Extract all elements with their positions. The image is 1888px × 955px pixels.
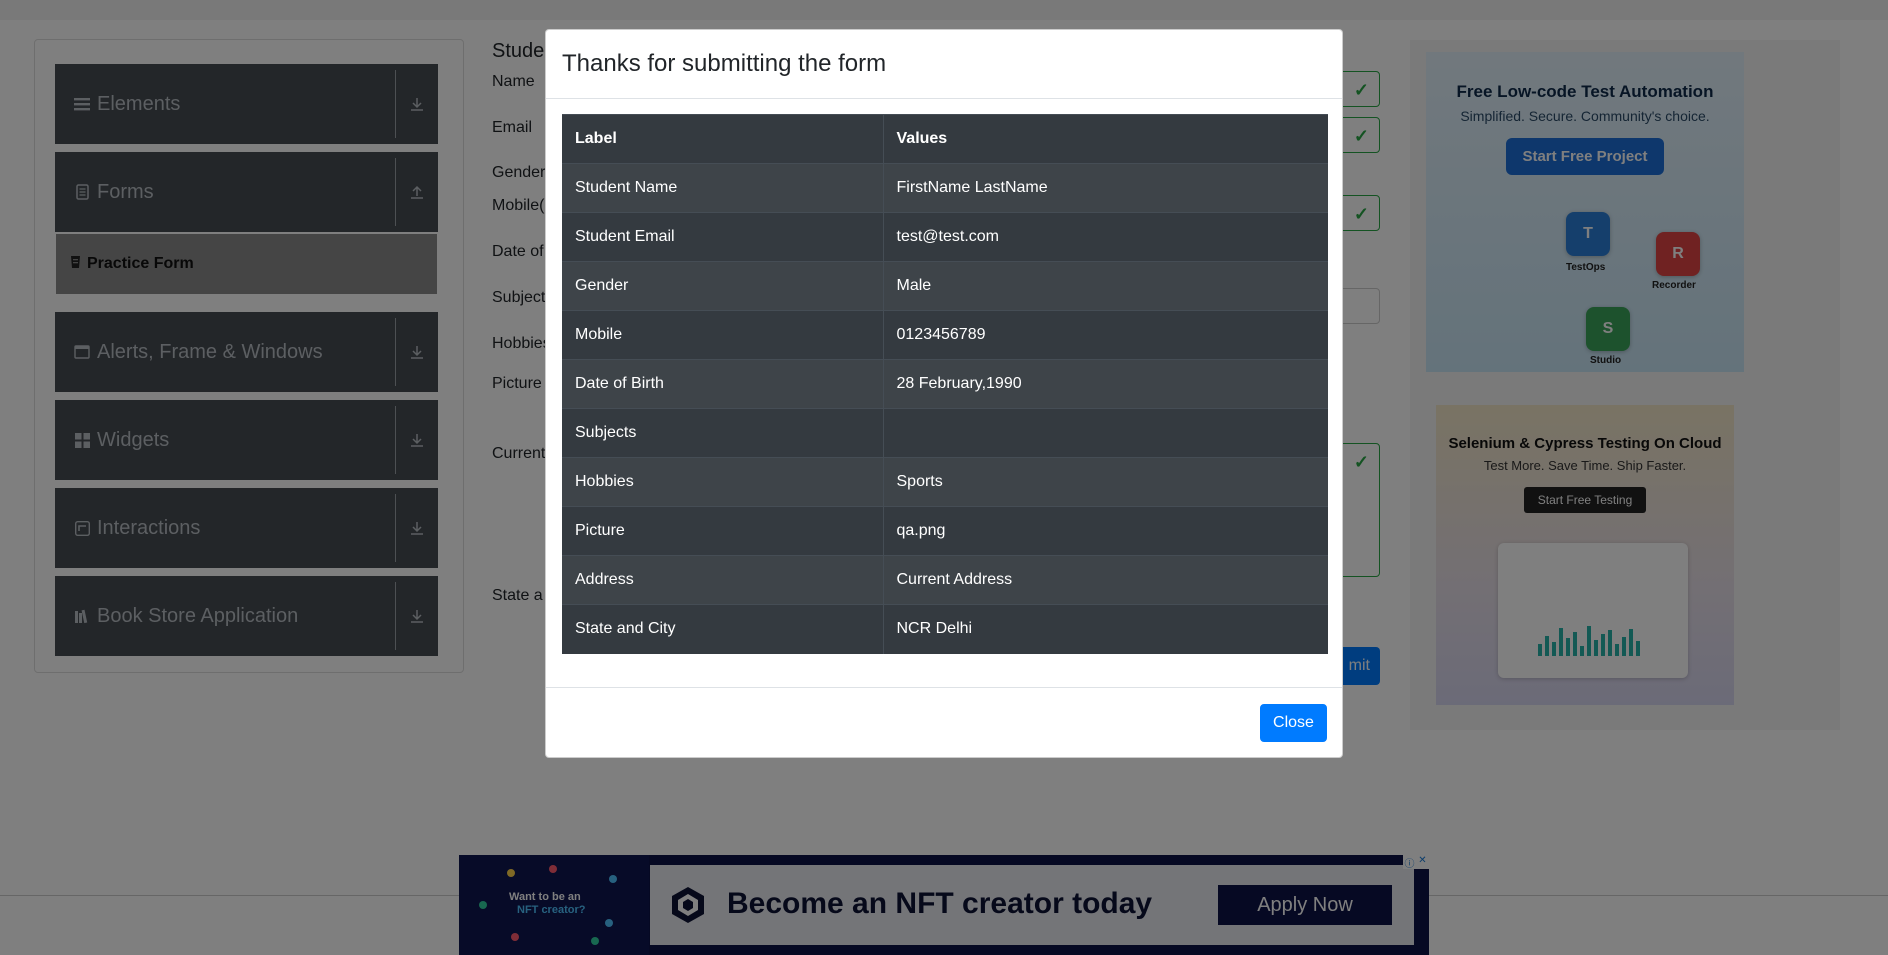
table-row: Address Current Address <box>562 555 1328 605</box>
table-row: Hobbies Sports <box>562 457 1328 507</box>
row-label: Date of Birth <box>562 359 884 409</box>
row-value: 28 February,1990 <box>883 359 1328 409</box>
results-table: Label Values Student Name FirstName LastN… <box>562 114 1328 654</box>
table-header-row: Label Values <box>562 114 1328 164</box>
table-row: Student Name FirstName LastName <box>562 163 1328 213</box>
row-label: Gender <box>562 261 884 311</box>
row-value: Sports <box>883 457 1328 507</box>
table-row: Mobile 0123456789 <box>562 310 1328 360</box>
submission-modal: Thanks for submitting the form Label Val… <box>545 29 1343 758</box>
row-label: Hobbies <box>562 457 884 507</box>
column-header-label: Label <box>562 114 884 164</box>
modal-title: Thanks for submitting the form <box>562 50 887 77</box>
row-value: 0123456789 <box>883 310 1328 360</box>
row-value: Male <box>883 261 1328 311</box>
modal-header: Thanks for submitting the form <box>546 30 1342 99</box>
modal-footer: Close <box>546 687 1342 758</box>
row-label: Student Name <box>562 163 884 213</box>
column-header-values: Values <box>883 114 1328 164</box>
row-label: Student Email <box>562 212 884 262</box>
row-value <box>883 408 1328 458</box>
modal-body: Label Values Student Name FirstName LastN… <box>562 114 1328 654</box>
row-label: Subjects <box>562 408 884 458</box>
table-row: Gender Male <box>562 261 1328 311</box>
row-label: State and City <box>562 604 884 654</box>
table-row: Subjects <box>562 408 1328 458</box>
table-row: State and City NCR Delhi <box>562 604 1328 654</box>
row-value: FirstName LastName <box>883 163 1328 213</box>
row-label: Address <box>562 555 884 605</box>
row-value: qa.png <box>883 506 1328 556</box>
row-value: Current Address <box>883 555 1328 605</box>
close-button[interactable]: Close <box>1260 704 1327 742</box>
row-label: Picture <box>562 506 884 556</box>
table-row: Date of Birth 28 February,1990 <box>562 359 1328 409</box>
table-row: Student Email test@test.com <box>562 212 1328 262</box>
table-row: Picture qa.png <box>562 506 1328 556</box>
row-label: Mobile <box>562 310 884 360</box>
row-value: test@test.com <box>883 212 1328 262</box>
row-value: NCR Delhi <box>883 604 1328 654</box>
